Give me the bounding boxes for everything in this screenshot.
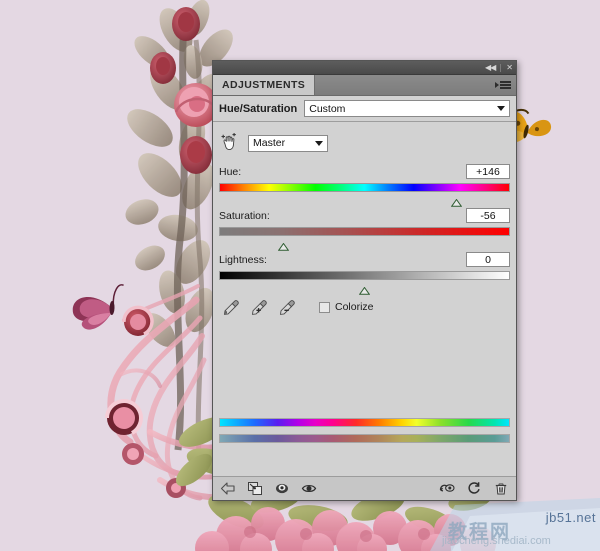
chevron-down-icon [315, 140, 323, 146]
titlebar-separator [500, 63, 502, 72]
hue-slider-block: Hue: +146 [219, 162, 510, 207]
saturation-slider-head: Saturation: -56 [219, 206, 510, 225]
saturation-slider-block: Saturation: -56 [219, 206, 510, 251]
panel-menu-lines [500, 81, 511, 89]
collapse-to-icons-icon[interactable]: ◀◀ [485, 63, 496, 72]
colorize-checkbox-box[interactable] [319, 301, 330, 313]
hue-slider-track[interactable] [219, 183, 510, 207]
panel-menu-arrow [495, 82, 499, 88]
tab-adjustments-label: ADJUSTMENTS [222, 79, 306, 91]
lightness-label: Lightness: [219, 253, 267, 266]
eyedropper-row: Colorize [219, 292, 510, 322]
lightness-slider-block: Lightness: 0 [219, 250, 510, 295]
eyedropper-icon[interactable] [222, 299, 239, 316]
channel-select-value: Master [253, 137, 286, 149]
close-icon[interactable]: ✕ [506, 63, 513, 72]
hue-range-bars [219, 418, 510, 443]
lightness-slider-track[interactable] [219, 271, 510, 295]
hue-label: Hue: [219, 165, 242, 178]
adjustment-title: Hue/Saturation [219, 102, 298, 115]
lightness-value-input[interactable]: 0 [466, 252, 510, 267]
hand-pointer-icon[interactable] [219, 133, 239, 153]
eyedropper-minus-icon[interactable] [278, 299, 295, 316]
panel-tab-row: ADJUSTMENTS [213, 75, 516, 96]
saturation-slider-thumb[interactable] [277, 238, 290, 251]
panel-titlebar: ◀◀ ✕ [213, 61, 516, 75]
result-hue-spectrum-bar[interactable] [219, 434, 510, 443]
delete-adjustment-layer-icon[interactable] [493, 481, 509, 496]
hue-slider-head: Hue: +146 [219, 162, 510, 181]
preset-select[interactable]: Custom [304, 100, 510, 117]
saturation-label: Saturation: [219, 209, 270, 222]
preview-eye-icon[interactable] [301, 481, 317, 496]
saturation-slider-track[interactable] [219, 227, 510, 251]
view-previous-state-icon[interactable] [439, 481, 455, 496]
reset-adjustment-icon[interactable] [466, 481, 482, 496]
eyedropper-plus-icon[interactable] [250, 299, 267, 316]
clip-to-layer-icon[interactable] [247, 481, 263, 496]
panel-body: Master Hue: +146 Saturation: -56 Lightne… [213, 122, 516, 476]
panel-footer [213, 476, 516, 500]
source-hue-spectrum-bar[interactable] [219, 418, 510, 427]
colorize-label: Colorize [335, 301, 374, 313]
toggle-layer-visibility-icon[interactable] [274, 481, 290, 496]
channel-row: Master [219, 122, 510, 160]
lightness-slider-head: Lightness: 0 [219, 250, 510, 269]
return-to-adjustment-list-icon[interactable] [220, 481, 236, 496]
hue-value-input[interactable]: +146 [466, 164, 510, 179]
tab-adjustments[interactable]: ADJUSTMENTS [213, 75, 316, 95]
adjustments-panel: ◀◀ ✕ ADJUSTMENTS Hue/Saturation Custom M… [212, 60, 517, 501]
panel-menu-icon[interactable] [495, 75, 516, 95]
saturation-value-input[interactable]: -56 [466, 208, 510, 223]
preset-select-value: Custom [309, 102, 346, 115]
hue-slider-thumb[interactable] [451, 194, 463, 207]
colorize-checkbox[interactable]: Colorize [319, 301, 374, 313]
lightness-slider-thumb[interactable] [358, 282, 371, 295]
preset-row: Hue/Saturation Custom [213, 96, 516, 122]
chevron-down-icon [497, 106, 505, 111]
channel-select[interactable]: Master [248, 134, 328, 152]
